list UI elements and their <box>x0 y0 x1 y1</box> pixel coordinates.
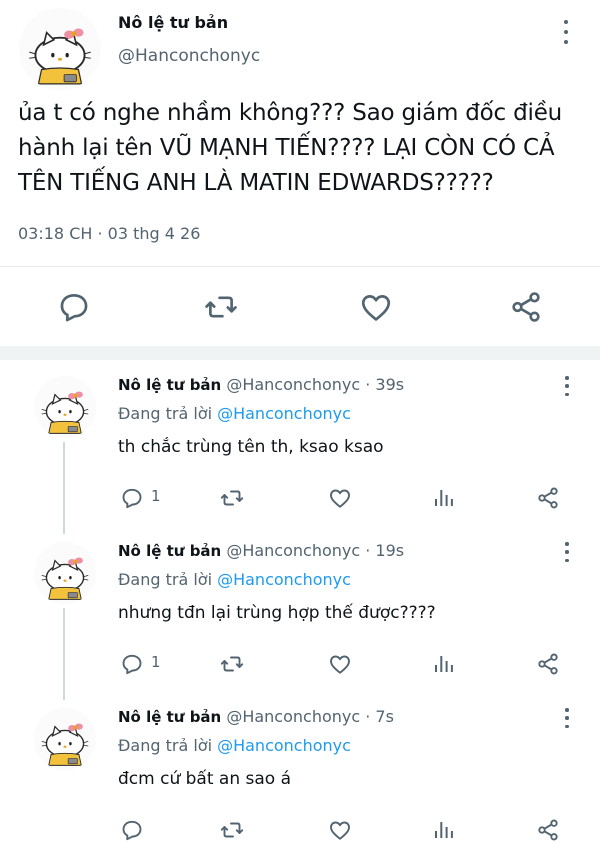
reply-count: 1 <box>151 487 161 505</box>
reply-count: 1 <box>151 653 161 671</box>
reply-icon[interactable] <box>120 652 144 676</box>
handle-time: @Hanconchonyc · 7s <box>221 707 394 726</box>
replying-label: Đang trả lời <box>118 404 218 423</box>
reply-text: nhưng tđn lại trùng hợp thế được???? <box>118 603 436 623</box>
views-icon[interactable] <box>432 818 456 842</box>
display-name[interactable]: Nô lệ tư bản <box>118 13 228 32</box>
main-tweet: Nô lệ tư bản @Hanconchonyc ủa t có nghe … <box>0 0 600 346</box>
more-icon[interactable] <box>563 376 571 396</box>
user-handle[interactable]: @Hanconchonyc <box>118 46 260 66</box>
reply-header: Nô lệ tư bản @Hanconchonyc · 39s <box>118 375 404 394</box>
retweet-icon[interactable] <box>220 818 244 842</box>
views-icon[interactable] <box>432 652 456 676</box>
tweet-timestamp[interactable]: 03:18 CH · 03 thg 4 26 <box>18 224 200 243</box>
avatar[interactable] <box>34 542 96 604</box>
more-icon[interactable] <box>563 708 571 728</box>
share-icon[interactable] <box>536 818 560 842</box>
avatar[interactable] <box>19 8 101 90</box>
mention-link[interactable]: @Hanconchonyc <box>217 404 351 423</box>
reply-text: th chắc trùng tên th, ksao ksao <box>118 437 384 457</box>
reply-header: Nô lệ tư bản @Hanconchonyc · 19s <box>118 541 404 560</box>
replying-to: Đang trả lời @Hanconchonyc <box>118 736 351 755</box>
replying-label: Đang trả lời <box>118 570 218 589</box>
avatar[interactable] <box>34 376 96 438</box>
reply-text: đcm cứ bất an sao á <box>118 769 291 789</box>
handle-time: @Hanconchonyc · 39s <box>221 375 405 394</box>
replying-label: Đang trả lời <box>118 736 218 755</box>
like-icon[interactable] <box>328 818 352 842</box>
reply-icon[interactable] <box>120 486 144 510</box>
tweet-text: ủa t có nghe nhầm không??? Sao giám đốc … <box>18 96 593 201</box>
like-icon[interactable] <box>359 290 393 324</box>
views-icon[interactable] <box>432 486 456 510</box>
tweet-text-line: TÊN TIẾNG ANH LÀ MATIN EDWARDS????? <box>18 170 494 196</box>
divider <box>0 266 600 267</box>
handle-time: @Hanconchonyc · 19s <box>221 541 405 560</box>
retweet-icon[interactable] <box>204 290 238 324</box>
display-name[interactable]: Nô lệ tư bản <box>118 542 221 560</box>
display-name[interactable]: Nô lệ tư bản <box>118 376 221 394</box>
mention-link[interactable]: @Hanconchonyc <box>217 736 351 755</box>
reply-tweet[interactable]: Nô lệ tư bản @Hanconchonyc · 7s Đang trả… <box>0 700 600 841</box>
reply-tweet[interactable]: Nô lệ tư bản @Hanconchonyc · 19s Đang tr… <box>0 534 600 700</box>
thread-line <box>63 608 65 700</box>
reply-tweet[interactable]: Nô lệ tư bản @Hanconchonyc · 39s Đang tr… <box>0 368 600 534</box>
replying-to: Đang trả lời @Hanconchonyc <box>118 570 351 589</box>
tweet-text-line: hành lại tên VŨ MẠNH TIẾN???? LẠI CÒN CÓ… <box>18 135 555 161</box>
mention-link[interactable]: @Hanconchonyc <box>217 570 351 589</box>
more-icon[interactable] <box>560 20 572 44</box>
share-icon[interactable] <box>509 290 543 324</box>
share-icon[interactable] <box>536 486 560 510</box>
reply-icon[interactable] <box>57 290 91 324</box>
retweet-icon[interactable] <box>220 486 244 510</box>
reply-icon[interactable] <box>120 818 144 842</box>
section-separator <box>0 346 600 360</box>
like-icon[interactable] <box>328 486 352 510</box>
avatar[interactable] <box>34 708 96 770</box>
reply-header: Nô lệ tư bản @Hanconchonyc · 7s <box>118 707 394 726</box>
like-icon[interactable] <box>328 652 352 676</box>
tweet-text-line: ủa t có nghe nhầm không??? Sao giám đốc … <box>18 100 563 126</box>
share-icon[interactable] <box>536 652 560 676</box>
replying-to: Đang trả lời @Hanconchonyc <box>118 404 351 423</box>
retweet-icon[interactable] <box>220 652 244 676</box>
more-icon[interactable] <box>563 542 571 562</box>
display-name[interactable]: Nô lệ tư bản <box>118 708 221 726</box>
thread-line <box>63 442 65 534</box>
